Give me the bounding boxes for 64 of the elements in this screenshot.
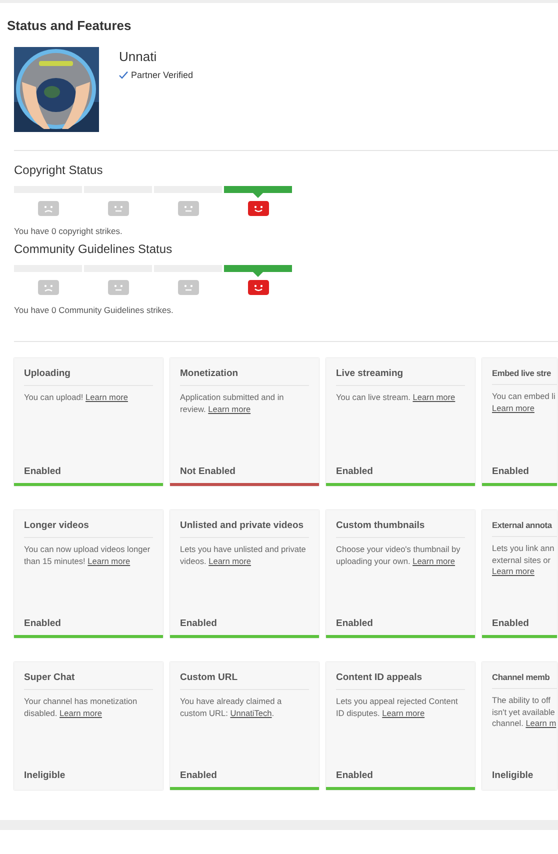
page-title: Status and Features <box>7 18 132 33</box>
feature-status: Not Enabled <box>180 466 236 477</box>
feature-description: Lets you have unlisted and private videos. Learn more <box>180 544 307 567</box>
feature-description: You can now upload videos longer than 15 minutes! Learn more <box>24 544 152 567</box>
link[interactable]: Learn m <box>526 718 556 728</box>
feature-description: You can live stream. Learn more <box>336 392 456 404</box>
feature-title: Channel memb <box>492 672 557 689</box>
feature-description: You have already claimed a custom URL: UnnatiTech. <box>180 696 283 719</box>
sad-face-icon <box>38 280 58 295</box>
neutral-face-icon <box>108 201 128 216</box>
feature-status: Enabled <box>336 618 374 629</box>
feature-status: Enabled <box>180 770 218 781</box>
smiley-face-icon <box>248 280 268 295</box>
section-title: Copyright Status <box>14 163 104 177</box>
link[interactable]: Learn more <box>412 556 456 566</box>
feature-status: Ineligible <box>24 770 66 781</box>
feature-title: Unlisted and private videos <box>180 520 309 538</box>
feature-description: You can embed li Learn more <box>492 391 556 414</box>
channel-name: Unnati <box>119 49 158 64</box>
link[interactable]: Learn more <box>60 708 102 718</box>
neutral-face-icon <box>178 201 198 216</box>
feature-description: The ability to off isn't yet available channel. Learn m <box>492 695 557 730</box>
feature-status: Enabled <box>336 466 374 477</box>
feature-description: Lets you appeal rejected Content ID disputes. Learn more <box>336 696 459 719</box>
feature-description: You can upload! Learn more <box>24 392 129 404</box>
link[interactable]: Learn more <box>86 392 128 402</box>
link[interactable]: Learn more <box>412 392 456 402</box>
feature-status: Ineligible <box>492 770 534 781</box>
feature-description: Application submitted and in review. Learn more <box>180 392 285 415</box>
feature-title: Custom URL <box>180 672 309 690</box>
strike-summary: You have 0 Community Guidelines strikes. <box>14 305 174 315</box>
check-icon <box>119 71 128 79</box>
strike-summary: You have 0 copyright strikes. <box>14 226 124 236</box>
link[interactable]: Learn more <box>88 556 130 566</box>
feature-status: Enabled <box>336 770 374 781</box>
verified-label: Partner Verified <box>131 70 194 80</box>
neutral-face-icon <box>178 280 198 295</box>
smiley-face-icon <box>248 201 268 216</box>
feature-status: Enabled <box>24 466 62 477</box>
link[interactable]: Learn more <box>208 556 252 566</box>
feature-title: External annota <box>492 520 557 537</box>
link[interactable]: Learn more <box>208 404 251 414</box>
neutral-face-icon <box>108 280 128 295</box>
feature-status: Enabled <box>24 618 62 629</box>
feature-description: Your channel has monetization disabled. Learn more <box>24 696 138 719</box>
feature-description: Choose your video's thumbnail by uploading your own. Learn more <box>336 544 462 567</box>
feature-title: Monetization <box>180 368 309 386</box>
feature-status: Enabled <box>492 618 530 629</box>
feature-status: Enabled <box>180 618 218 629</box>
link[interactable]: Learn more <box>492 566 534 576</box>
feature-title: Content ID appeals <box>336 672 465 690</box>
sad-face-icon <box>38 201 58 216</box>
feature-title: Longer videos <box>24 520 153 538</box>
feature-title: Live streaming <box>336 368 465 386</box>
feature-description: Lets you link ann external sites or Learn more <box>492 543 556 578</box>
link[interactable]: Learn more <box>492 402 534 412</box>
feature-title: Super Chat <box>24 672 153 690</box>
link[interactable]: UnnatiTech <box>230 708 272 718</box>
feature-title: Uploading <box>24 368 153 386</box>
feature-title: Custom thumbnails <box>336 520 465 538</box>
link[interactable]: Learn more <box>382 708 425 718</box>
feature-status: Enabled <box>492 466 530 477</box>
section-title: Community Guidelines Status <box>14 242 174 256</box>
feature-title: Embed live stre <box>492 368 557 385</box>
